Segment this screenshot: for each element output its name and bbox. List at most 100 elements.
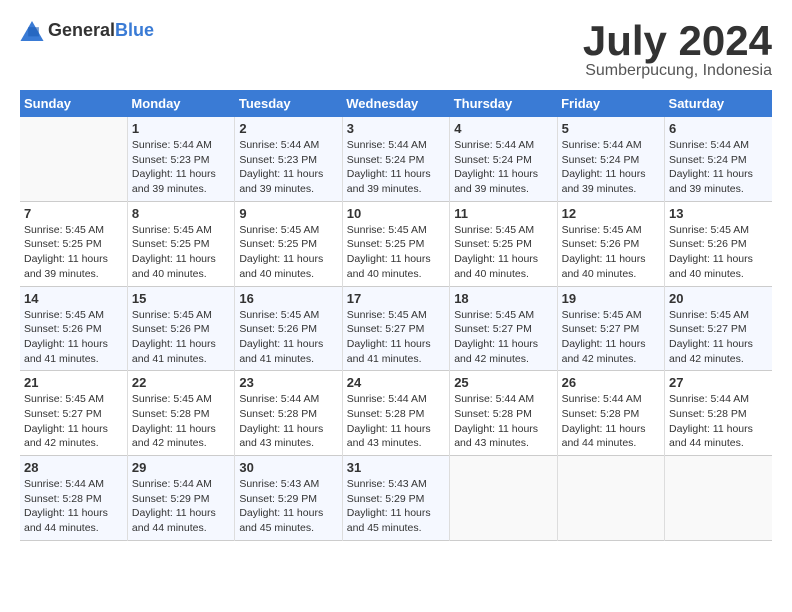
day-number: 11: [454, 206, 552, 221]
day-number: 8: [132, 206, 230, 221]
day-number: 15: [132, 291, 230, 306]
calendar-cell: [665, 456, 772, 541]
calendar-cell: 31Sunrise: 5:43 AM Sunset: 5:29 PM Dayli…: [342, 456, 449, 541]
calendar-cell: [557, 456, 664, 541]
calendar-cell: 7 Sunrise: 5:45 AM Sunset: 5:25 PM Daylig…: [20, 201, 127, 286]
day-info: Sunrise: 5:45 AM Sunset: 5:26 PM Dayligh…: [562, 223, 660, 282]
day-number: 2: [239, 121, 337, 136]
calendar-cell: 1Sunrise: 5:44 AM Sunset: 5:23 PM Daylig…: [127, 117, 234, 201]
calendar-cell: 10 Sunrise: 5:45 AM Sunset: 5:25 PM Dayli…: [342, 201, 449, 286]
calendar-cell: 29 Sunrise: 5:44 AM Sunset: 5:29 PM Dayli…: [127, 456, 234, 541]
day-number: 23: [239, 375, 337, 390]
col-sunday: Sunday: [20, 90, 127, 117]
calendar-cell: 8 Sunrise: 5:45 AM Sunset: 5:25 PM Daylig…: [127, 201, 234, 286]
logo-general-text: General: [48, 20, 115, 40]
calendar-cell: 21Sunrise: 5:45 AM Sunset: 5:27 PM Dayli…: [20, 371, 127, 456]
day-number: 1: [132, 121, 230, 136]
logo: GeneralBlue: [20, 20, 154, 41]
day-number: 27: [669, 375, 768, 390]
day-info: Sunrise: 5:44 AM Sunset: 5:24 PM Dayligh…: [454, 138, 552, 197]
calendar-week-row: 7 Sunrise: 5:45 AM Sunset: 5:25 PM Daylig…: [20, 201, 772, 286]
calendar-cell: 16 Sunrise: 5:45 AM Sunset: 5:26 PM Dayli…: [235, 286, 342, 371]
calendar-cell: 24 Sunrise: 5:44 AM Sunset: 5:28 PM Dayli…: [342, 371, 449, 456]
calendar-cell: 19 Sunrise: 5:45 AM Sunset: 5:27 PM Dayli…: [557, 286, 664, 371]
calendar-week-row: 21Sunrise: 5:45 AM Sunset: 5:27 PM Dayli…: [20, 371, 772, 456]
day-info: Sunrise: 5:44 AM Sunset: 5:28 PM Dayligh…: [454, 392, 552, 451]
calendar-cell: [450, 456, 557, 541]
calendar-week-row: 1 Sunrise: 5:44 AM Sunset: 5:23 PM Daylig…: [20, 117, 772, 201]
day-info: Sunrise: 5:44 AM Sunset: 5:24 PM Dayligh…: [347, 138, 445, 197]
day-number: 12: [562, 206, 660, 221]
calendar-cell: 28 Sunrise: 5:44 AM Sunset: 5:28 PM Dayli…: [20, 456, 127, 541]
day-info: Sunrise: 5:45 AM Sunset: 5:26 PM Dayligh…: [132, 308, 230, 367]
day-info: Sunrise: 5:45 AM Sunset: 5:25 PM Dayligh…: [239, 223, 337, 282]
day-number: 10: [347, 206, 445, 221]
calendar-table: Sunday Monday Tuesday Wednesday Thursday…: [20, 90, 772, 541]
day-info: Sunrise: 5:45 AM Sunset: 5:27 PM Dayligh…: [562, 308, 660, 367]
day-number: 22: [132, 375, 230, 390]
calendar-cell: 18 Sunrise: 5:45 AM Sunset: 5:27 PM Dayli…: [450, 286, 557, 371]
day-info: Sunrise: 5:45 AM Sunset: 5:27 PM Dayligh…: [454, 308, 552, 367]
col-wednesday: Wednesday: [342, 90, 449, 117]
day-number: 19: [562, 291, 660, 306]
calendar-cell: 13 Sunrise: 5:45 AM Sunset: 5:26 PM Dayli…: [665, 201, 772, 286]
day-number: 28: [24, 460, 123, 475]
day-number: 4: [454, 121, 552, 136]
day-info: Sunrise: 5:45 AM Sunset: 5:26 PM Dayligh…: [24, 308, 123, 367]
calendar-cell: 6Sunrise: 5:44 AM Sunset: 5:24 PM Daylig…: [665, 117, 772, 201]
day-info: Sunrise: 5:44 AM Sunset: 5:29 PM Dayligh…: [132, 477, 230, 536]
calendar-cell: 11 Sunrise: 5:45 AM Sunset: 5:25 PM Dayli…: [450, 201, 557, 286]
header: GeneralBlue July 2024 Sumberpucung, Indo…: [20, 20, 772, 80]
day-info: Sunrise: 5:44 AM Sunset: 5:28 PM Dayligh…: [669, 392, 768, 451]
calendar-cell: 23Sunrise: 5:44 AM Sunset: 5:28 PM Dayli…: [235, 371, 342, 456]
day-info: Sunrise: 5:44 AM Sunset: 5:28 PM Dayligh…: [24, 477, 123, 536]
day-number: 18: [454, 291, 552, 306]
calendar-cell: 26Sunrise: 5:44 AM Sunset: 5:28 PM Dayli…: [557, 371, 664, 456]
calendar-cell: [20, 117, 127, 201]
day-number: 16: [239, 291, 337, 306]
day-number: 24: [347, 375, 445, 390]
day-info: Sunrise: 5:44 AM Sunset: 5:24 PM Dayligh…: [669, 138, 768, 197]
calendar-cell: 4 Sunrise: 5:44 AM Sunset: 5:24 PM Daylig…: [450, 117, 557, 201]
day-info: Sunrise: 5:44 AM Sunset: 5:23 PM Dayligh…: [239, 138, 337, 197]
location-subtitle: Sumberpucung, Indonesia: [583, 62, 772, 80]
day-info: Sunrise: 5:44 AM Sunset: 5:28 PM Dayligh…: [347, 392, 445, 451]
col-thursday: Thursday: [450, 90, 557, 117]
day-number: 17: [347, 291, 445, 306]
day-number: 7: [24, 206, 123, 221]
calendar-cell: 30Sunrise: 5:43 AM Sunset: 5:29 PM Dayli…: [235, 456, 342, 541]
calendar-cell: 27 Sunrise: 5:44 AM Sunset: 5:28 PM Dayli…: [665, 371, 772, 456]
title-area: July 2024 Sumberpucung, Indonesia: [583, 20, 772, 80]
day-number: 25: [454, 375, 552, 390]
calendar-cell: 17Sunrise: 5:45 AM Sunset: 5:27 PM Dayli…: [342, 286, 449, 371]
day-info: Sunrise: 5:45 AM Sunset: 5:25 PM Dayligh…: [24, 223, 123, 282]
day-number: 5: [562, 121, 660, 136]
day-info: Sunrise: 5:45 AM Sunset: 5:26 PM Dayligh…: [669, 223, 768, 282]
col-saturday: Saturday: [665, 90, 772, 117]
day-number: 13: [669, 206, 768, 221]
col-tuesday: Tuesday: [235, 90, 342, 117]
calendar-header-row: Sunday Monday Tuesday Wednesday Thursday…: [20, 90, 772, 117]
day-number: 3: [347, 121, 445, 136]
logo-blue-text: Blue: [115, 20, 154, 40]
day-info: Sunrise: 5:45 AM Sunset: 5:25 PM Dayligh…: [132, 223, 230, 282]
day-number: 29: [132, 460, 230, 475]
day-info: Sunrise: 5:43 AM Sunset: 5:29 PM Dayligh…: [347, 477, 445, 536]
day-info: Sunrise: 5:45 AM Sunset: 5:27 PM Dayligh…: [669, 308, 768, 367]
day-info: Sunrise: 5:45 AM Sunset: 5:25 PM Dayligh…: [347, 223, 445, 282]
calendar-cell: 22 Sunrise: 5:45 AM Sunset: 5:28 PM Dayli…: [127, 371, 234, 456]
day-info: Sunrise: 5:43 AM Sunset: 5:29 PM Dayligh…: [239, 477, 337, 536]
calendar-cell: 20Sunrise: 5:45 AM Sunset: 5:27 PM Dayli…: [665, 286, 772, 371]
day-info: Sunrise: 5:44 AM Sunset: 5:24 PM Dayligh…: [562, 138, 660, 197]
calendar-cell: 14Sunrise: 5:45 AM Sunset: 5:26 PM Dayli…: [20, 286, 127, 371]
day-info: Sunrise: 5:45 AM Sunset: 5:28 PM Dayligh…: [132, 392, 230, 451]
calendar-cell: 2 Sunrise: 5:44 AM Sunset: 5:23 PM Daylig…: [235, 117, 342, 201]
day-info: Sunrise: 5:45 AM Sunset: 5:26 PM Dayligh…: [239, 308, 337, 367]
month-title: July 2024: [583, 20, 772, 62]
calendar-cell: 25 Sunrise: 5:44 AM Sunset: 5:28 PM Dayli…: [450, 371, 557, 456]
day-info: Sunrise: 5:45 AM Sunset: 5:27 PM Dayligh…: [24, 392, 123, 451]
calendar-week-row: 28 Sunrise: 5:44 AM Sunset: 5:28 PM Dayli…: [20, 456, 772, 541]
day-info: Sunrise: 5:45 AM Sunset: 5:25 PM Dayligh…: [454, 223, 552, 282]
calendar-cell: 9Sunrise: 5:45 AM Sunset: 5:25 PM Daylig…: [235, 201, 342, 286]
calendar-week-row: 14Sunrise: 5:45 AM Sunset: 5:26 PM Dayli…: [20, 286, 772, 371]
